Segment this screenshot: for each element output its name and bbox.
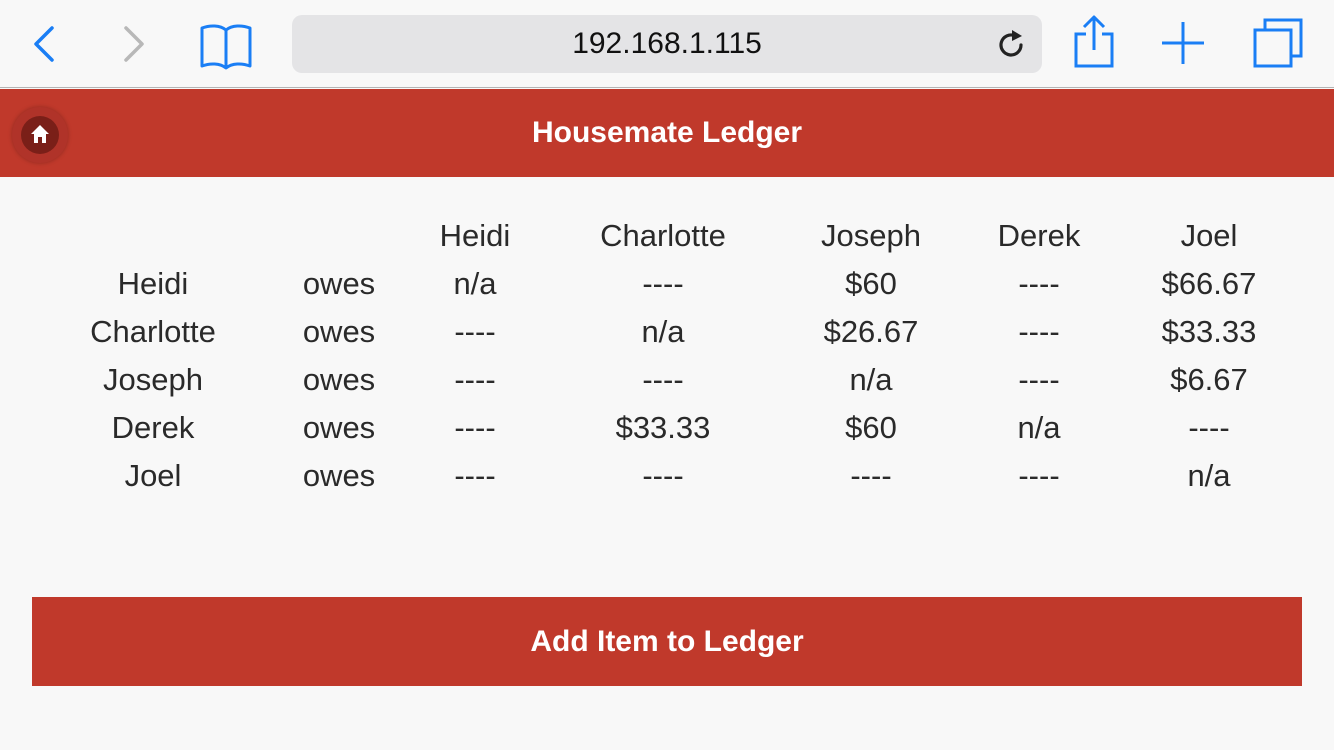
amount-cell: ---- [642, 458, 684, 493]
amount-cell: ---- [642, 266, 684, 301]
amount-cell: ---- [1018, 458, 1060, 493]
debtor-name: Derek [111, 410, 195, 445]
amount-cell: ---- [1018, 362, 1060, 397]
amount-cell: ---- [1018, 266, 1060, 301]
home-icon [31, 125, 49, 143]
owes-label: owes [302, 314, 376, 349]
tabs-overview-icon[interactable] [1250, 16, 1306, 72]
amount-cell: ---- [454, 458, 496, 493]
add-item-button[interactable]: Add Item to Ledger [32, 597, 1302, 686]
amount-cell: $66.67 [1161, 266, 1257, 301]
owes-label: owes [302, 410, 376, 445]
add-item-button-label: Add Item to Ledger [530, 625, 804, 658]
debtor-name: Joel [124, 458, 182, 493]
amount-cell: ---- [454, 410, 496, 445]
ledger-row: Heidi owes n/a ---- $60 ---- $66.67 [0, 260, 1334, 308]
amount-cell: $60 [845, 410, 897, 445]
amount-cell: n/a [453, 266, 497, 301]
debtor-name: Joseph [103, 362, 203, 397]
forward-chevron-icon[interactable] [116, 24, 152, 64]
amount-cell: n/a [849, 362, 893, 397]
amount-cell: $60 [845, 266, 897, 301]
home-button-inner [21, 116, 59, 154]
browser-toolbar: 192.168.1.115 [0, 0, 1334, 88]
owes-label: owes [302, 458, 376, 493]
column-header: Joseph [821, 218, 921, 253]
reload-icon[interactable] [994, 28, 1028, 62]
ledger-header-row: Heidi Charlotte Joseph Derek Joel [0, 212, 1334, 260]
amount-cell: ---- [1018, 314, 1060, 349]
debtor-name: Charlotte [90, 314, 216, 349]
column-header: Derek [997, 218, 1081, 253]
owes-label: owes [302, 362, 376, 397]
ledger-row: Charlotte owes ---- n/a $26.67 ---- $33.… [0, 308, 1334, 356]
amount-cell: $33.33 [615, 410, 711, 445]
column-header: Heidi [439, 218, 511, 253]
amount-cell: n/a [641, 314, 685, 349]
owes-label: owes [302, 266, 376, 301]
amount-cell: ---- [1188, 410, 1230, 445]
bookmarks-book-icon[interactable] [198, 20, 254, 70]
ledger-row: Joseph owes ---- ---- n/a ---- $6.67 [0, 356, 1334, 404]
ledger-table: Heidi Charlotte Joseph Derek Joel Heidi … [0, 212, 1334, 500]
amount-cell: $26.67 [823, 314, 919, 349]
page-title: Housemate Ledger [531, 116, 803, 149]
new-tab-plus-icon[interactable] [1158, 18, 1208, 68]
address-bar-url[interactable]: 192.168.1.115 [292, 15, 1042, 73]
amount-cell: n/a [1187, 458, 1231, 493]
amount-cell: ---- [642, 362, 684, 397]
column-header: Charlotte [600, 218, 726, 253]
home-button[interactable] [12, 107, 68, 163]
amount-cell: n/a [1017, 410, 1061, 445]
app-header: Housemate Ledger [0, 89, 1334, 177]
amount-cell: ---- [454, 314, 496, 349]
column-header: Joel [1180, 218, 1238, 253]
amount-cell: ---- [454, 362, 496, 397]
amount-cell: $6.67 [1170, 362, 1248, 397]
debtor-name: Heidi [117, 266, 189, 301]
address-bar[interactable]: 192.168.1.115 [292, 15, 1042, 73]
ledger-row: Joel owes ---- ---- ---- ---- n/a [0, 452, 1334, 500]
back-chevron-icon[interactable] [26, 24, 62, 64]
share-icon[interactable] [1070, 14, 1118, 70]
amount-cell: ---- [850, 458, 892, 493]
amount-cell: $33.33 [1161, 314, 1257, 349]
ledger-row: Derek owes ---- $33.33 $60 n/a ---- [0, 404, 1334, 452]
